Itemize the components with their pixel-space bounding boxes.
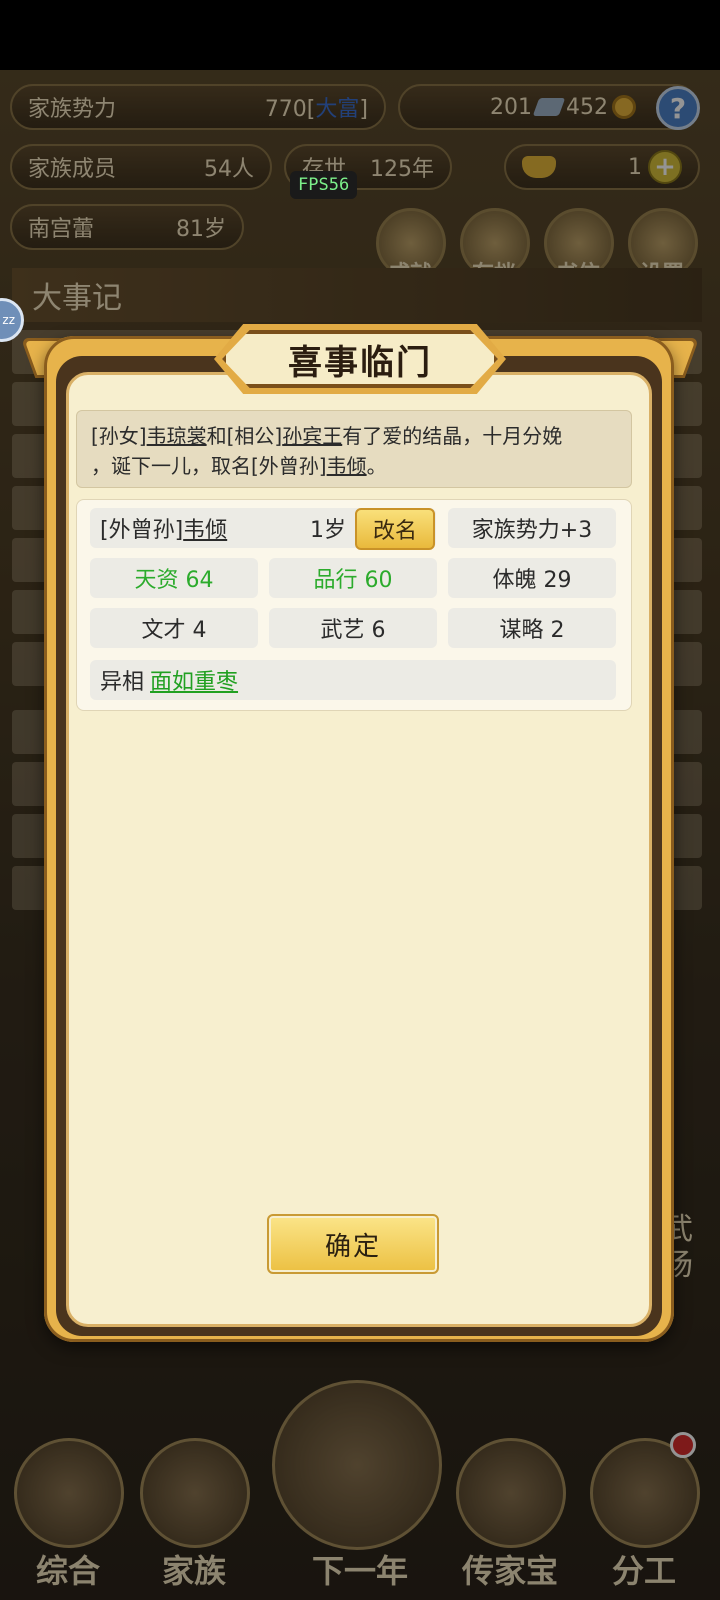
coin-icon [612, 95, 636, 119]
add-gold-button[interactable]: + [648, 150, 682, 184]
stat-conduct: 品行 60 [269, 558, 437, 598]
members-display: 家族成员 54人 [10, 144, 272, 190]
child-relation: [外曾孙] [100, 518, 184, 543]
nav-assignment-label: 分工 [611, 1552, 676, 1590]
nav-family-label: 家族 [161, 1552, 226, 1590]
members-value: 54人 [204, 157, 254, 182]
husband-name-link[interactable]: 孙宾王 [282, 424, 342, 448]
nav-heirloom-label: 传家宝 [461, 1552, 558, 1590]
clan-power-bonus: 家族势力+3 [448, 508, 616, 548]
nav-next-year-label: 下一年 [311, 1552, 408, 1590]
stat-martial: 武艺 6 [269, 608, 437, 648]
chronicle-header: 大事记 [12, 268, 702, 322]
clan-power-display: 家族势力 770[大富] [10, 84, 386, 130]
next-year-icon[interactable] [272, 1380, 442, 1550]
clan-power-rank: 大富 [315, 97, 360, 122]
trait-row: 异相 面如重枣 [90, 660, 616, 700]
rename-button[interactable]: 改名 [355, 508, 435, 550]
stat-physique: 体魄 29 [448, 558, 616, 598]
nav-overview-label: 综合 [35, 1552, 100, 1590]
notification-dot [670, 1432, 696, 1458]
child-name[interactable]: 韦倾 [183, 512, 227, 544]
dialog-title: 喜事临门 [288, 342, 432, 383]
stat-literary: 文才 4 [90, 608, 258, 648]
clan-power-label: 家族势力 [28, 97, 117, 122]
gold-value: 1 [628, 154, 642, 180]
child-age: 1岁 [310, 518, 346, 543]
heirloom-icon[interactable] [456, 1438, 566, 1548]
chronicle-title: 大事记 [32, 281, 122, 316]
trait-value-link[interactable]: 面如重枣 [150, 664, 238, 696]
child-name-link[interactable]: 韦倾 [327, 454, 367, 478]
granddaughter-name-link[interactable]: 韦琼裳 [147, 424, 207, 448]
fps-counter: FPS56 [290, 171, 358, 199]
gold-display: 1 + [504, 144, 700, 190]
event-description: [孙女]韦琼裳和[相公]孙宾王有了爱的结晶，十月分娩 ，诞下一儿，取名[外曾孙]… [76, 410, 632, 488]
stat-strategy: 谋略 2 [448, 608, 616, 648]
currency-a-value: 201 [490, 94, 532, 120]
overview-icon[interactable] [14, 1438, 124, 1548]
help-button[interactable]: ? [656, 86, 700, 130]
family-icon[interactable] [140, 1438, 250, 1548]
currency-display: 201 452 [398, 84, 698, 130]
currency-b-value: 452 [566, 94, 608, 120]
confirm-button[interactable]: 确定 [267, 1214, 439, 1274]
gold-ingot-icon [522, 156, 556, 178]
stat-talent: 天资 64 [90, 558, 258, 598]
clan-power-value: 770[ [264, 97, 316, 122]
members-label: 家族成员 [28, 157, 117, 182]
player-name: 南宫蕾 [28, 217, 95, 242]
player-display: 南宫蕾 81岁 [10, 204, 244, 250]
alive-value: 125年 [370, 157, 434, 182]
trait-label: 异相 [100, 670, 145, 695]
player-age: 81岁 [176, 217, 226, 242]
silver-icon [532, 98, 566, 116]
